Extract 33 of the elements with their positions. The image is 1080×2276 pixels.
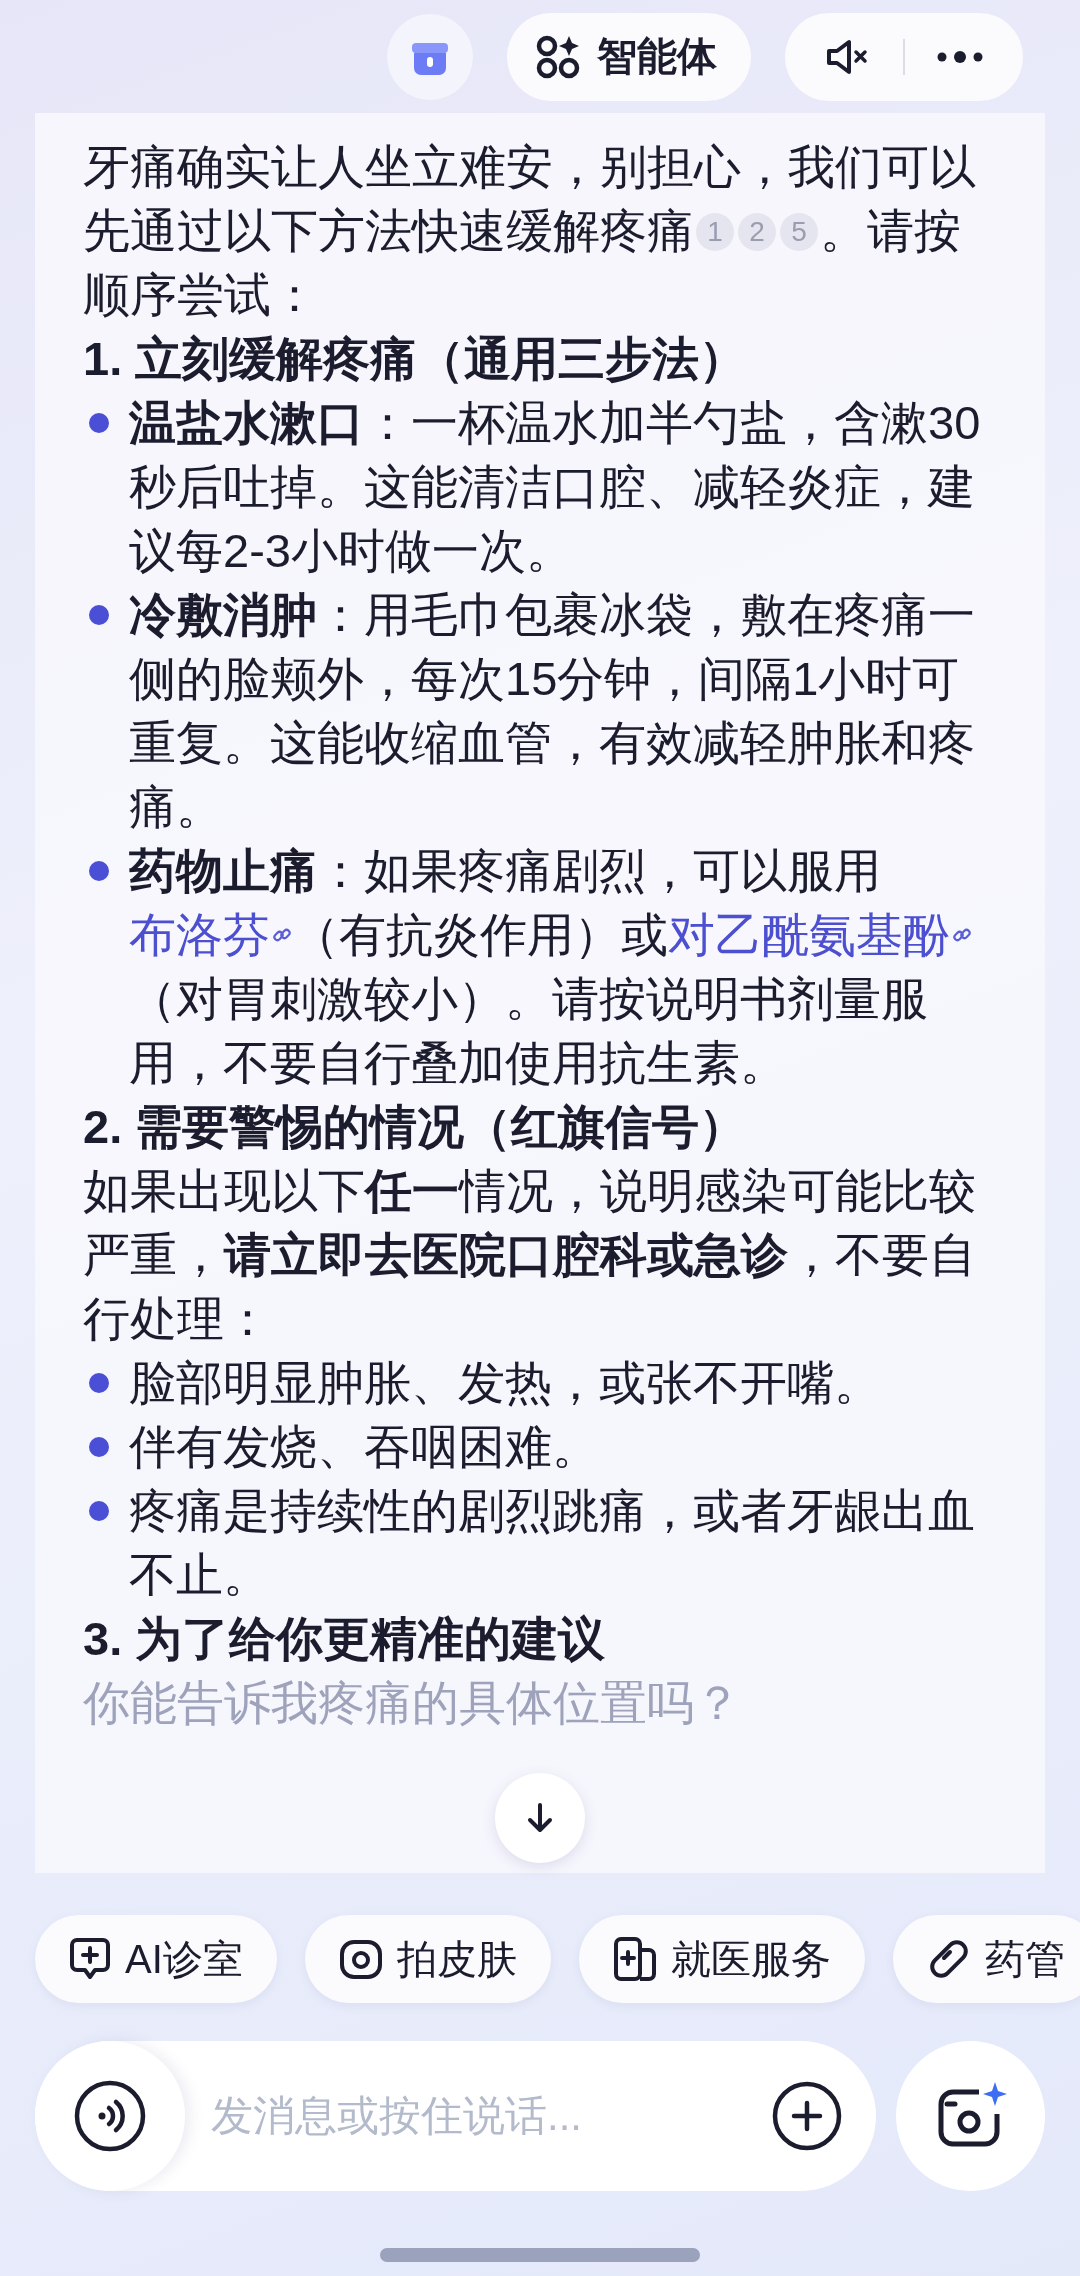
- quick-action-chip[interactable]: 拍皮肤: [304, 1915, 551, 2003]
- more-icon: [937, 50, 983, 63]
- bullet-text: 疼痛是持续性的剧烈跳痛，或者牙龈出血不止。: [129, 1483, 976, 1603]
- plus-circle-icon: [772, 2081, 842, 2151]
- bullet-icon: [89, 1373, 109, 1393]
- camera-icon: [338, 1937, 383, 1981]
- voice-icon: [74, 2080, 146, 2152]
- bullet-text: 温盐水漱口：一杯温水加半勺盐，含漱30秒后吐掉。这能清洁口腔、减轻炎症，建议每2-3小时做一次。: [129, 395, 982, 579]
- bullet-icon: [89, 861, 109, 881]
- quick-action-chip[interactable]: 就医服务: [578, 1915, 865, 2003]
- bullet-text: 伴有发烧、吞咽困难。: [129, 1419, 600, 1475]
- paragraph-text: 如果出现以下任一情况，说明感染可能比较严重，请立即去医院口腔科或急诊，不要自行处理：: [83, 1163, 977, 1347]
- section-heading: 3. 为了给你更精准的建议: [83, 1611, 607, 1667]
- bullet-icon: [89, 413, 109, 433]
- grid-icon: [535, 33, 581, 80]
- faded-text: 你能告诉我疼痛的具体位置吗？: [83, 1675, 742, 1731]
- clinic-icon: [612, 1936, 657, 1982]
- section-heading: 2. 需要警惕的情况（红旗信号）: [83, 1099, 748, 1155]
- section-heading: 1. 立刻缓解疼痛（通用三步法）: [83, 331, 748, 387]
- link[interactable]: 布洛芬: [129, 908, 292, 961]
- bullet-text: 药物止痛：如果疼痛剧烈，可以服用 布洛芬 （有抗炎作用）或对乙酰氨基酚 （对胃刺激较小）。请按说明书剂量服用，不要自行叠加使用抗生素。: [129, 839, 997, 1095]
- link[interactable]: 对乙酰氨基酚: [668, 908, 972, 961]
- bullet-text: 脸部明显肿胀、发热，或张不开嘴。: [129, 1355, 882, 1411]
- chat-plus-icon: [69, 1937, 111, 1981]
- bullet-icon: [89, 1437, 109, 1457]
- add-button[interactable]: [772, 2081, 842, 2151]
- quick-action-chip[interactable]: AI诊室: [35, 1915, 277, 2003]
- quick-action-chip[interactable]: 药管: [892, 1915, 1080, 2003]
- bullet-icon: [89, 605, 109, 625]
- bullet-text: 冷敷消肿：用毛巾包裹冰袋，敷在疼痛一侧的脸颊外，每次15分钟，间隔1小时可重复。这能收缩血管，有效减轻肿胀和疼痛。: [129, 587, 976, 835]
- agent-button[interactable]: 智能体: [507, 12, 751, 101]
- bullet-icon: [89, 1501, 109, 1521]
- intro-text: 牙痛确实让人坐立难安，别担心，我们可以先通过以下方法快速缓解疼痛 1 2 5 。请按顺序尝试：: [83, 139, 977, 323]
